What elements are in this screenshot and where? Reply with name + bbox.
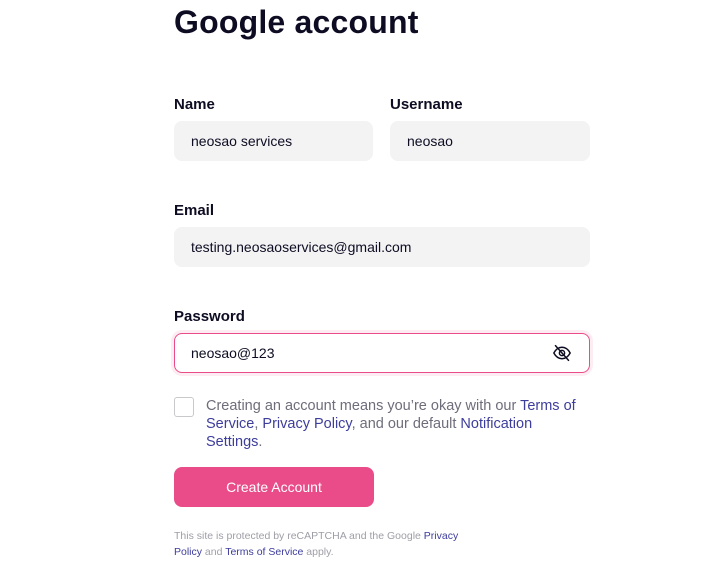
recaptcha-and: and xyxy=(202,546,226,558)
email-label: Email xyxy=(174,202,215,219)
recaptcha-text-before: This site is protected by reCAPTCHA and … xyxy=(174,530,424,542)
name-field-wrapper xyxy=(174,121,373,161)
name-input[interactable] xyxy=(175,122,372,160)
username-field-wrapper xyxy=(390,121,590,161)
recaptcha-text-end: apply. xyxy=(303,546,334,558)
password-field-wrapper xyxy=(174,333,590,373)
google-terms-of-service-link[interactable]: Terms of Service xyxy=(225,546,303,558)
terms-checkbox[interactable] xyxy=(174,397,194,417)
password-label: Password xyxy=(174,308,245,325)
eye-off-icon[interactable] xyxy=(551,343,573,363)
terms-text: Creating an account means you’re okay wi… xyxy=(206,397,586,451)
recaptcha-notice: This site is protected by reCAPTCHA and … xyxy=(174,528,484,560)
password-input[interactable] xyxy=(175,334,589,372)
name-label: Name xyxy=(174,96,215,113)
page-title: Google account xyxy=(174,4,419,40)
username-input[interactable] xyxy=(391,122,589,160)
username-label: Username xyxy=(390,96,463,113)
create-account-button[interactable]: Create Account xyxy=(174,467,374,507)
signup-page: Google account Name Username Email Passw… xyxy=(0,0,718,576)
terms-text-before: Creating an account means you’re okay wi… xyxy=(206,398,521,414)
terms-text-end: . xyxy=(258,434,263,450)
terms-text-middle: , and our default xyxy=(351,416,461,432)
email-input[interactable] xyxy=(175,228,589,266)
privacy-policy-link[interactable]: Privacy Policy xyxy=(262,416,351,432)
email-field-wrapper xyxy=(174,227,590,267)
